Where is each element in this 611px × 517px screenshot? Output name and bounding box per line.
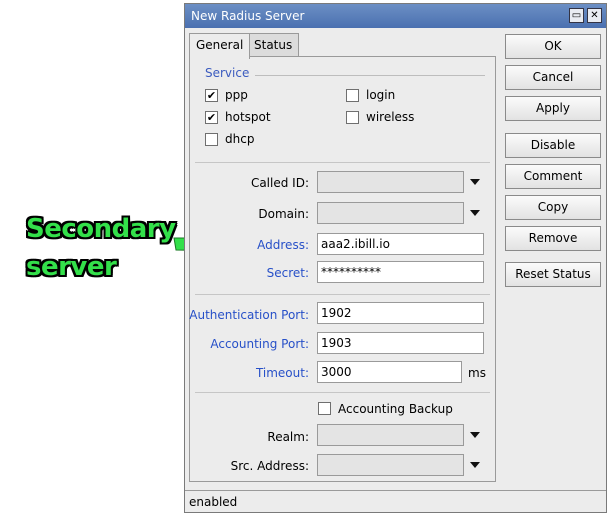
reset-status-button[interactable]: Reset Status bbox=[505, 262, 601, 287]
timeout-input[interactable]: 3000 bbox=[317, 361, 462, 383]
checkbox-ppp-label: ppp bbox=[225, 88, 248, 102]
window-title: New Radius Server bbox=[191, 9, 305, 23]
checkbox-wireless[interactable] bbox=[346, 111, 359, 124]
radius-server-window: New Radius Server ▭ ✕ General Status Ser… bbox=[184, 3, 607, 513]
chevron-down-icon[interactable] bbox=[470, 210, 480, 216]
auth-port-input[interactable]: 1902 bbox=[317, 302, 484, 324]
acct-port-label: Accounting Port: bbox=[210, 337, 309, 351]
annotation-line-2: server bbox=[26, 252, 117, 282]
realm-input[interactable] bbox=[317, 424, 464, 446]
chevron-down-icon[interactable] bbox=[470, 179, 480, 185]
realm-label: Realm: bbox=[267, 430, 309, 444]
timeout-label: Timeout: bbox=[255, 366, 309, 380]
comment-button[interactable]: Comment bbox=[505, 164, 601, 189]
tab-general[interactable]: General bbox=[189, 33, 251, 59]
checkbox-ppp[interactable]: ✔ bbox=[205, 89, 218, 102]
checkbox-login[interactable] bbox=[346, 89, 359, 102]
checkbox-hotspot-label: hotspot bbox=[225, 110, 271, 124]
remove-button[interactable]: Remove bbox=[505, 226, 601, 251]
address-label: Address: bbox=[257, 238, 309, 252]
address-input[interactable]: aaa2.ibill.io bbox=[317, 233, 484, 255]
disable-button[interactable]: Disable bbox=[505, 133, 601, 158]
maximize-icon[interactable]: ▭ bbox=[569, 8, 584, 23]
divider bbox=[195, 162, 490, 163]
status-bar: enabled bbox=[185, 490, 606, 512]
cancel-button[interactable]: Cancel bbox=[505, 65, 601, 90]
divider bbox=[195, 392, 490, 393]
acct-port-input[interactable]: 1903 bbox=[317, 332, 484, 354]
apply-button[interactable]: Apply bbox=[505, 96, 601, 121]
window-titlebar[interactable]: New Radius Server bbox=[185, 4, 606, 28]
copy-button[interactable]: Copy bbox=[505, 195, 601, 220]
checkbox-accounting-backup-label: Accounting Backup bbox=[338, 402, 453, 416]
timeout-unit: ms bbox=[468, 366, 486, 380]
annotation-line-1: Secondary bbox=[26, 214, 176, 244]
divider bbox=[195, 294, 490, 295]
close-icon[interactable]: ✕ bbox=[587, 8, 602, 23]
auth-port-label: Authentication Port: bbox=[189, 308, 309, 322]
domain-label: Domain: bbox=[258, 207, 309, 221]
chevron-down-icon[interactable] bbox=[470, 462, 480, 468]
src-address-label: Src. Address: bbox=[230, 459, 309, 473]
called-id-input[interactable] bbox=[317, 171, 464, 193]
secret-input[interactable]: ********** bbox=[317, 261, 484, 283]
src-address-input[interactable] bbox=[317, 454, 464, 476]
service-divider bbox=[255, 75, 485, 76]
chevron-down-icon[interactable] bbox=[470, 432, 480, 438]
service-group-label: Service bbox=[205, 66, 250, 80]
checkbox-hotspot[interactable]: ✔ bbox=[205, 111, 218, 124]
ok-button[interactable]: OK bbox=[505, 34, 601, 59]
called-id-label: Called ID: bbox=[250, 176, 309, 190]
checkbox-accounting-backup[interactable] bbox=[318, 402, 331, 415]
domain-input[interactable] bbox=[317, 202, 464, 224]
checkbox-dhcp-label: dhcp bbox=[225, 132, 255, 146]
checkbox-dhcp[interactable] bbox=[205, 133, 218, 146]
tab-status[interactable]: Status bbox=[247, 33, 300, 57]
checkbox-wireless-label: wireless bbox=[366, 110, 415, 124]
secret-label: Secret: bbox=[266, 266, 309, 280]
checkbox-login-label: login bbox=[366, 88, 396, 102]
